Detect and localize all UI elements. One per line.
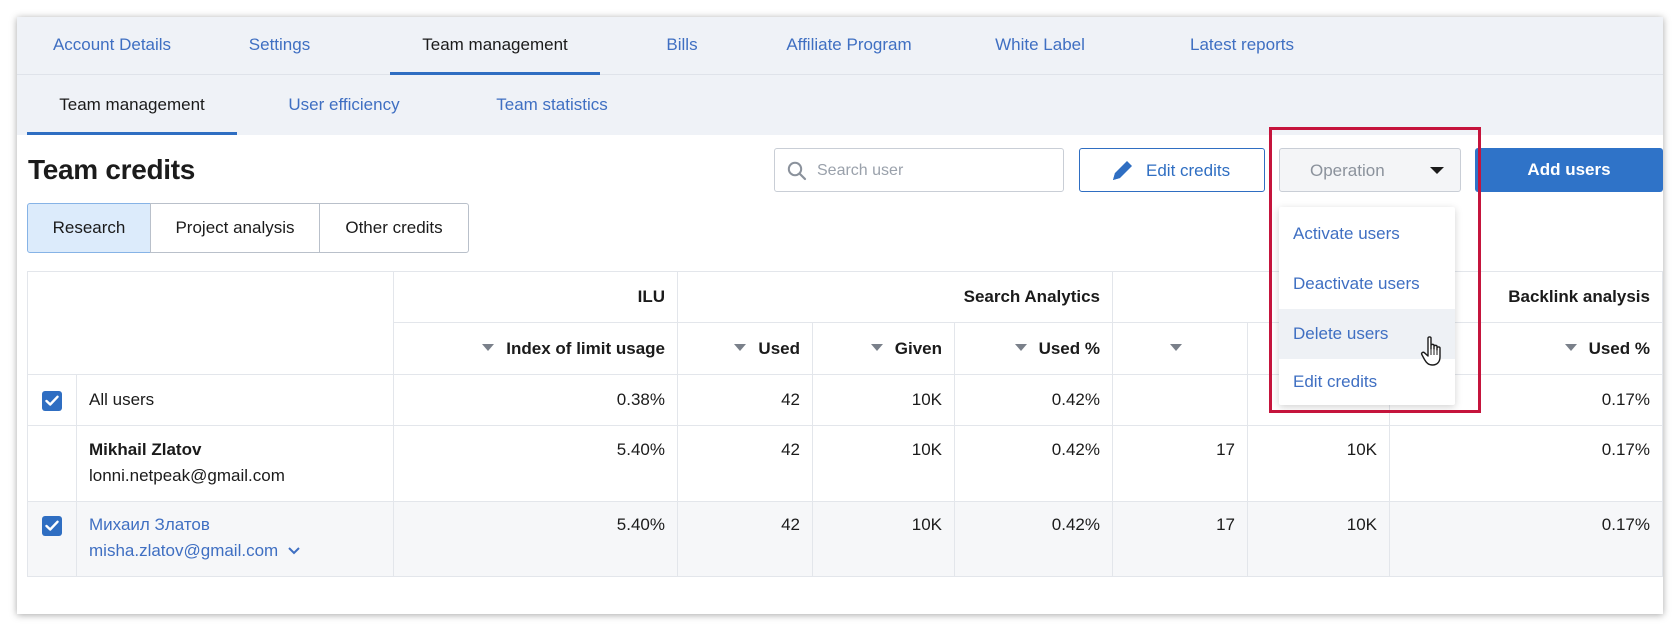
row-name-link[interactable]: Михаил Златов — [89, 515, 210, 535]
row-email-expand[interactable]: misha.zlatov@gmail.com — [89, 541, 301, 561]
cell-used: 42 — [781, 390, 800, 409]
subtab-user-efficiency[interactable]: User efficiency — [279, 75, 409, 135]
tab-latest-reports[interactable]: Latest reports — [1167, 17, 1317, 75]
sort-icon — [482, 344, 495, 352]
cell-ba-used-percent: 0.17% — [1601, 440, 1650, 459]
cell-used: 42 — [781, 515, 800, 534]
row-email: lonni.netpeak@gmail.com — [89, 466, 285, 485]
grid-line — [27, 576, 1663, 577]
row-checkbox-mikhail[interactable] — [42, 516, 62, 536]
grid-line — [76, 374, 77, 576]
row-name: Mikhail Zlatov — [89, 440, 202, 459]
cell-b-used: 17 — [1216, 515, 1235, 534]
edit-credits-label: Edit credits — [1146, 161, 1231, 180]
cell-given: 10K — [911, 390, 942, 409]
tab-team-management[interactable]: Team management — [390, 17, 600, 75]
cell-b-used: 17 — [1216, 440, 1235, 459]
cell-b-given: 10K — [1346, 440, 1377, 459]
cell-given: 10K — [911, 515, 942, 534]
sort-icon — [1014, 344, 1027, 352]
top-navigation: Account Details Settings Team management… — [17, 17, 1663, 75]
cell-used-percent: 0.42% — [1051, 515, 1100, 534]
row-email: misha.zlatov@gmail.com — [89, 541, 279, 560]
cell-used-percent: 0.42% — [1051, 390, 1100, 409]
row-checkbox-all-users[interactable] — [42, 391, 62, 411]
subtab-team-management[interactable]: Team management — [27, 75, 237, 135]
column-header-used[interactable]: Used — [677, 339, 800, 359]
hand-pointer-icon — [1420, 336, 1441, 366]
sub-navigation: Team management User efficiency Team sta… — [17, 75, 1663, 135]
sort-icon — [1170, 344, 1182, 352]
group-header-search-analytics: Search Analytics — [963, 287, 1100, 306]
table-row-shade — [27, 501, 1663, 576]
tab-affiliate-program[interactable]: Affiliate Program — [774, 17, 924, 75]
pencil-icon — [1113, 161, 1132, 180]
check-icon — [45, 520, 59, 531]
tab-bills[interactable]: Bills — [647, 17, 717, 75]
segment-other-credits[interactable]: Other credits — [319, 203, 469, 253]
cell-ilu: 5.40% — [616, 440, 665, 459]
tab-settings[interactable]: Settings — [227, 17, 332, 75]
highlight-annotation — [1269, 127, 1481, 413]
group-header-ilu: ILU — [637, 287, 665, 306]
grid-line — [27, 501, 1663, 502]
cell-ilu: 0.38% — [616, 390, 665, 409]
cell-b-given: 10K — [1346, 515, 1377, 534]
column-header-given[interactable]: Given — [812, 339, 942, 359]
cell-given: 10K — [911, 440, 942, 459]
tab-white-label[interactable]: White Label — [985, 17, 1095, 75]
tab-account-details[interactable]: Account Details — [37, 17, 187, 75]
row-name: All users — [89, 390, 155, 409]
cell-used: 42 — [781, 440, 800, 459]
sort-icon — [870, 344, 883, 352]
search-icon — [787, 161, 807, 181]
search-input[interactable] — [817, 158, 1053, 184]
sort-icon — [1564, 344, 1577, 352]
page-title: Team credits — [28, 154, 196, 185]
sort-icon — [734, 344, 747, 352]
add-users-button[interactable]: Add users — [1475, 148, 1663, 192]
column-header-sort-partial[interactable] — [1170, 339, 1190, 359]
app-frame: Account Details Settings Team management… — [17, 17, 1663, 614]
cell-ilu: 5.40% — [616, 515, 665, 534]
segment-project-analysis[interactable]: Project analysis — [150, 203, 320, 253]
search-box — [774, 148, 1064, 192]
segment-research[interactable]: Research — [27, 203, 151, 253]
grid-line — [27, 271, 28, 576]
column-header-index-of-limit-usage[interactable]: Index of limit usage — [393, 339, 665, 359]
edit-credits-button[interactable]: Edit credits — [1079, 148, 1265, 192]
subtab-team-statistics[interactable]: Team statistics — [482, 75, 622, 135]
column-header-used-percent[interactable]: Used % — [954, 339, 1100, 359]
chevron-down-icon — [288, 547, 300, 555]
grid-line — [27, 425, 1663, 426]
grid-line — [1662, 271, 1663, 576]
cell-ba-used-percent: 0.17% — [1601, 515, 1650, 534]
cell-used-percent: 0.42% — [1051, 440, 1100, 459]
check-icon — [45, 395, 59, 406]
